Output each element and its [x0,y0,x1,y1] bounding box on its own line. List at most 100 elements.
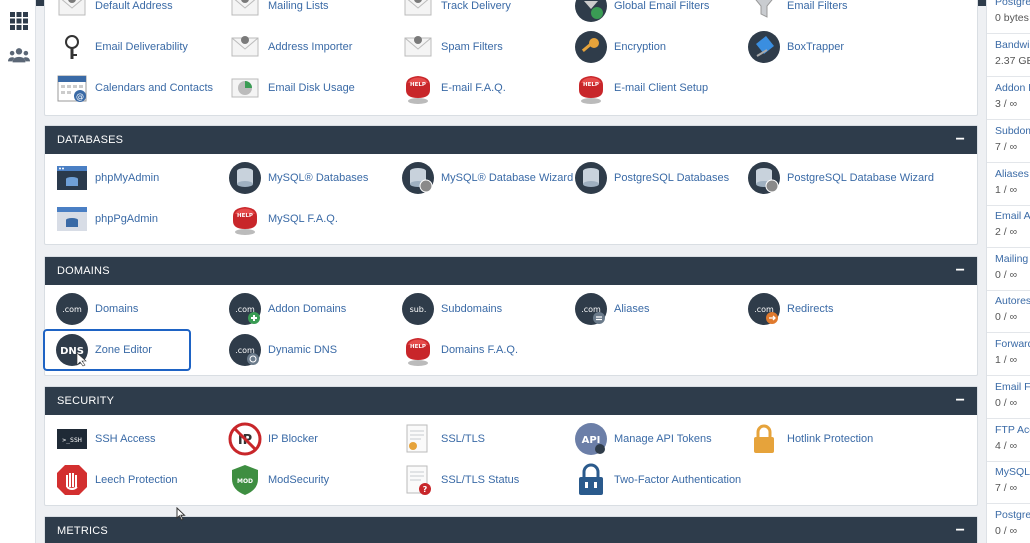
dotcom-icon: .com [56,293,88,325]
collapse-databases-icon[interactable]: − [955,132,965,148]
aliases-link[interactable]: .com Aliases [574,292,649,326]
redirects-link[interactable]: .com Redirects [747,292,833,326]
mysql-databases-link[interactable]: MySQL® Databases [228,161,368,195]
stat-value: 7 / ∞ [995,141,1018,153]
stat-label[interactable]: MySQL® [995,466,1030,478]
collapse-security-icon[interactable]: − [955,393,965,409]
collapse-metrics-icon[interactable]: − [955,523,965,539]
stat-divider [987,503,1030,504]
domains-title: DOMAINS [57,265,110,277]
modsecurity-label: ModSecurity [268,474,330,486]
stat-label[interactable]: FTP Acc [995,424,1030,436]
collapse-domains-icon[interactable]: − [955,263,965,279]
spam-filters-link[interactable]: Spam Filters [401,30,503,64]
svg-text:.com: .com [62,305,82,314]
stat-label[interactable]: Mailing [995,253,1030,265]
stat-label[interactable]: Forward [995,338,1030,350]
help-icon: HELP [406,76,430,104]
stat-label[interactable]: Addon D [995,82,1030,94]
email-deliverability-link[interactable]: Email Deliverability [55,30,188,64]
certificate-icon: ? [406,465,431,495]
address-importer-label: Address Importer [268,41,353,53]
phpmyadmin-link[interactable]: phpMyAdmin [55,161,159,195]
ssh-access-link[interactable]: >_SSH SSH Access [55,422,156,456]
postgresql-databases-link[interactable]: PostgreSQL Databases [574,161,729,195]
global-email-filters-link[interactable]: Global Email Filters [574,0,709,23]
stat-label[interactable]: Postgre [995,0,1030,8]
stat-divider [987,418,1030,419]
stat-divider [987,205,1030,206]
leech-protection-link[interactable]: Leech Protection [55,463,178,497]
stat-label[interactable]: Email Ac [995,210,1030,222]
addon-domains-link[interactable]: .com Addon Domains [228,292,346,326]
dynamic-dns-link[interactable]: .com Dynamic DNS [228,333,337,367]
domains-header[interactable]: DOMAINS − [45,257,977,285]
mysql-database-wizard-label: MySQL® Database Wizard [441,172,574,184]
pie-icon [231,78,259,98]
key-icon [575,31,607,63]
domains-link[interactable]: .com Domains [55,292,138,326]
e-mail-client-setup-link[interactable]: HELP E-mail Client Setup [574,71,708,105]
mailing-lists-label: Mailing Lists [268,0,329,12]
dns-icon: DNS [56,334,88,367]
zone-editor-link[interactable]: DNS Zone Editor [43,329,191,371]
stat-email-fil: Email Fil 0 / ∞ [995,381,1030,409]
manage-api-tokens-link[interactable]: API Manage API Tokens [574,422,712,456]
mysql-faq-link[interactable]: HELP MySQL F.A.Q. [228,202,338,236]
stat-value: 2 / ∞ [995,226,1018,238]
stat-label[interactable]: Autores [995,295,1030,307]
postgresql-database-wizard-label: PostgreSQL Database Wizard [787,172,934,184]
stat-label[interactable]: Subdom [995,125,1030,137]
track-delivery-link[interactable]: Track Delivery [401,0,511,23]
phppgadmin-link[interactable]: phpPgAdmin [55,202,158,236]
postgresql-database-wizard-link[interactable]: PostgreSQL Database Wizard [747,161,934,195]
address-importer-link[interactable]: Address Importer [228,30,352,64]
help-icon: HELP [233,207,257,235]
stat-label[interactable]: Email Fil [995,381,1030,393]
email-filters-label: Email Filters [787,0,848,12]
ssl-tls-link[interactable]: SSL/TLS [401,422,485,456]
boxtrapper-link[interactable]: BoxTrapper [747,30,844,64]
calendars-and-contacts-link[interactable]: @ Calendars and Contacts [55,71,213,105]
stat-value: 0 / ∞ [995,269,1018,281]
envelope-icon [58,0,86,16]
apps-grid-icon[interactable] [8,10,30,32]
subdomains-link[interactable]: sub. Subdomains [401,292,502,326]
ip-blocker-link[interactable]: IP IP Blocker [228,422,318,456]
hotlink-protection-link[interactable]: Hotlink Protection [747,422,873,456]
stat-aliases: Aliases 1 / ∞ [995,168,1030,196]
email-disk-usage-link[interactable]: Email Disk Usage [228,71,355,105]
stat-label[interactable]: Bandwi [995,39,1030,51]
svg-text:>_SSH: >_SSH [62,436,82,444]
trap-icon [748,31,780,63]
svg-text:@: @ [76,92,84,101]
databases-title: DATABASES [57,134,124,146]
stat-label[interactable]: Aliases [995,168,1030,180]
track-delivery-label: Track Delivery [441,0,511,12]
funnel-icon [755,0,773,18]
svg-text:API: API [582,435,601,446]
e-mail-faq-label: E-mail F.A.Q. [441,82,506,94]
ssl-tls-status-link[interactable]: ? SSL/TLS Status [401,463,519,497]
users-icon[interactable] [8,44,30,66]
two-factor-authentication-link[interactable]: Two-Factor Authentication [574,463,741,497]
mailing-lists-link[interactable]: Mailing Lists [228,0,329,23]
databases-header[interactable]: DATABASES − [45,126,977,154]
subdomains-label: Subdomains [441,303,503,315]
stat-label[interactable]: PostgreS [995,509,1030,521]
e-mail-faq-link[interactable]: HELP E-mail F.A.Q. [401,71,506,105]
domains-faq-link[interactable]: HELP Domains F.A.Q. [401,333,518,367]
mysql-database-wizard-link[interactable]: MySQL® Database Wizard [401,161,573,195]
metrics-title: METRICS [57,525,108,537]
security-panel: SECURITY − >_SSH SSH Access IP IP Blocker SS… [44,386,978,506]
security-header[interactable]: SECURITY − [45,387,977,415]
stat-forward: Forward 1 / ∞ [995,338,1030,366]
modsecurity-link[interactable]: MOD ModSecurity [228,463,329,497]
database-icon [229,162,261,194]
dotcom-icon: .com [229,293,261,325]
default-address-link[interactable]: Default Address [55,0,173,23]
stat-ftp-acc: FTP Acc 4 / ∞ [995,424,1030,452]
ssl-tls-status-label: SSL/TLS Status [441,474,520,486]
encryption-link[interactable]: Encryption [574,30,666,64]
email-filters-link[interactable]: Email Filters [747,0,848,23]
